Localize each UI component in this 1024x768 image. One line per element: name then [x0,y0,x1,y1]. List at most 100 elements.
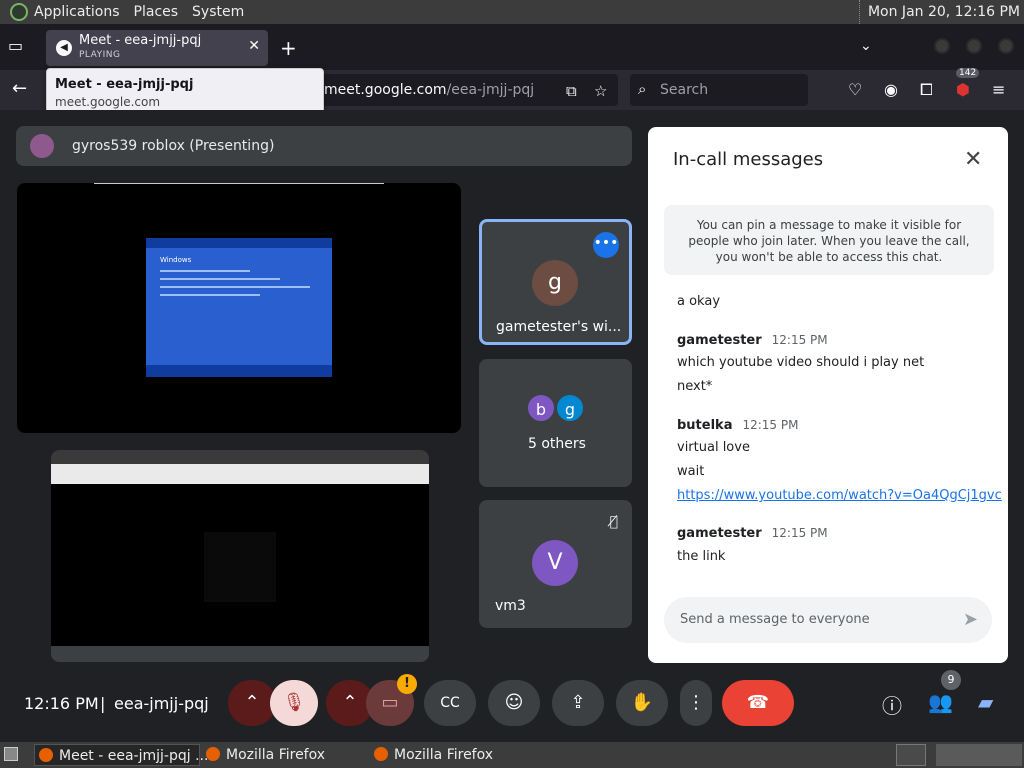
chat-link[interactable]: https://www.youtube.com/watch?v=Oa4QgCj1… [677,488,1002,503]
menu-applications[interactable]: Applications [34,4,120,20]
raise-hand-button[interactable]: ✋ [616,680,668,726]
windows-xp-setup-screen: Windows [146,238,332,377]
people-icon[interactable]: 👥 [928,690,953,714]
menu-places[interactable]: Places [134,4,179,20]
chat-input[interactable]: Send a message to everyone ➤ [664,597,992,643]
shared-screen-secondary[interactable] [51,450,429,662]
shared-screen-main[interactable]: Windows [17,183,461,433]
chat-message: virtual love [677,440,750,455]
chat-input-placeholder: Send a message to everyone [680,612,870,627]
participant-tile-gametester[interactable]: ••• g gametester's wi... [479,219,632,345]
tab-list-icon[interactable]: ▭ [8,36,30,56]
chat-time: 12:15 PM [771,333,828,347]
captions-button[interactable]: CC [424,680,476,726]
presenter-avatar [30,134,54,158]
chat-time: 12:15 PM [742,418,799,432]
gnome-logo-icon[interactable] [10,3,28,21]
menu-icon[interactable]: ≡ [992,80,1005,99]
tab-meet[interactable]: ◀ Meet - eea-jmjj-pqj PLAYING ✕ [46,30,268,66]
firefox-icon [374,747,388,761]
participant-tile-vm3[interactable]: 🎙̸ V vm3 [479,500,632,628]
avatar: g [555,393,585,423]
send-icon[interactable]: ➤ [963,609,978,630]
chat-message: which youtube video should i play net [677,355,925,370]
bookmark-star-icon[interactable]: ☆ [594,82,607,100]
search-icon: ⌕ [638,80,647,98]
presenter-bar: gyros539 roblox (Presenting) [16,126,632,166]
chevron-down-icon[interactable]: ⌄ [860,38,872,54]
panel-clock[interactable]: Mon Jan 20, 12:16 PM [858,0,1020,24]
taskbar-item[interactable]: Mozilla Firefox [370,744,534,766]
present-button[interactable]: ⇪ [552,680,604,726]
meeting-info-icon[interactable]: ⓘ [882,690,902,719]
firefox-icon [39,748,53,762]
close-icon[interactable]: ✕ [964,147,982,172]
xp-title: Windows [160,256,192,264]
meeting-code: eea-jmjj-pqj [114,694,209,713]
mic-off-icon: 🎙̸ [609,514,618,530]
close-tab-icon[interactable]: ✕ [248,38,260,54]
taskbar-item[interactable]: Meet - eea-jmjj-pqj ... [34,744,208,766]
more-options-button[interactable]: ⋮ [680,680,712,726]
gnome-taskbar: Meet - eea-jmjj-pqj ... Mozilla Firefox … [0,742,1024,768]
workspace-switcher[interactable] [936,744,1022,766]
emoji-button[interactable]: ☺ [488,680,540,726]
pocket-icon[interactable]: ♡ [848,80,862,99]
people-count-badge: 9 [941,670,961,690]
participant-name: 5 others [528,436,586,452]
chat-message: next* [677,379,713,394]
show-desktop-icon[interactable] [4,747,18,761]
taskbar-item[interactable]: Mozilla Firefox [202,744,366,766]
audio-options-chevron-icon[interactable]: ⌃ [228,680,276,726]
extension-badge: 142 [956,68,980,78]
video-thumbnail [204,532,276,602]
separator: | [100,694,106,713]
url-host: meet.google.com [324,82,447,98]
chat-panel: In-call messages ✕ You can pin a message… [648,127,1008,663]
more-options-icon[interactable]: ••• [593,232,619,258]
meet-page: gyros539 roblox (Presenting) Windows •••… [0,110,1024,742]
tab-strip: ▭ ◀ Meet - eea-jmjj-pqj PLAYING ✕ + ⌄ [0,24,1024,70]
warning-badge: ! [397,674,417,694]
new-tab-icon[interactable]: + [280,36,297,60]
maximize-button[interactable] [966,38,982,54]
tooltip-title: Meet - eea-jmjj-pqj [55,77,194,92]
account-icon[interactable]: ◉ [884,80,898,99]
chat-time: 12:15 PM [771,526,828,540]
minimize-button[interactable] [934,38,950,54]
chat-message: a okay [677,294,721,309]
gnome-top-panel: Applications Places System Mon Jan 20, 1… [0,0,1024,24]
call-controls-bar: 12:16 PM | eea-jmjj-pqj ⌃ 🎙 ⌃ ▭ ! CC ☺ ⇪… [0,670,1024,742]
tab-tooltip: Meet - eea-jmjj-pqj meet.google.com [46,68,324,116]
avatar: g [532,260,578,306]
chat-message: wait [677,464,705,479]
picture-in-picture-icon[interactable]: ⧉ [566,82,577,100]
tab-title: Meet - eea-jmjj-pqj [79,33,202,48]
firefox-icon [206,747,220,761]
participant-tile-others[interactable]: b g 5 others [479,359,632,487]
close-window-button[interactable] [998,38,1014,54]
chat-message: the link [677,549,726,564]
avatar: V [532,540,578,586]
ublock-icon[interactable]: ⬢ [956,80,970,99]
tray-firefox-icon[interactable] [896,744,926,766]
search-placeholder: Search [660,82,709,98]
speaker-icon[interactable]: ◀ [56,40,72,56]
chat-icon[interactable]: ▰ [978,690,993,714]
chat-sender: gametester 12:15 PM [677,526,828,541]
menu-system[interactable]: System [192,4,244,20]
tooltip-host: meet.google.com [55,95,161,109]
extensions-icon[interactable]: ⧠ [920,80,933,100]
chat-sender: butelka 12:15 PM [677,418,799,433]
end-call-button[interactable]: ☎ [722,680,794,726]
back-icon[interactable]: ← [12,78,27,99]
mic-off-button[interactable]: 🎙 [270,680,318,726]
participant-name: vm3 [495,598,526,614]
participant-name: gametester's wi... [496,319,622,335]
presenter-label: gyros539 roblox (Presenting) [72,138,275,154]
avatar: b [526,393,556,423]
chat-title: In-call messages [673,149,824,170]
tab-status: PLAYING [79,50,121,60]
pin-notice: You can pin a message to make it visible… [664,205,994,275]
search-box[interactable]: ⌕ Search [630,74,808,106]
